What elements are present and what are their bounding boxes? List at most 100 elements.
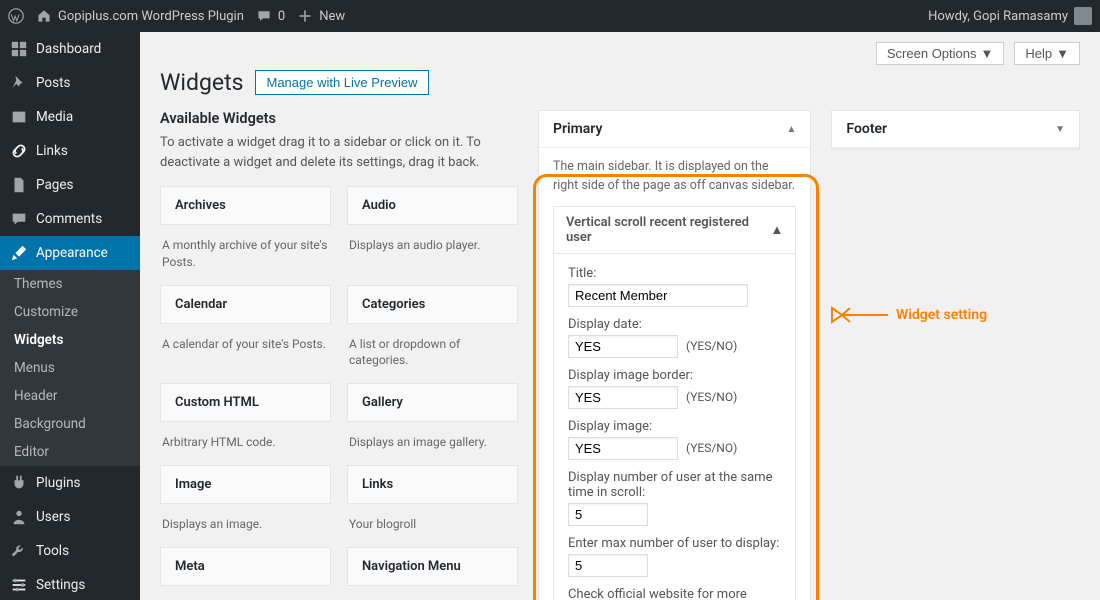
- sidebar-item-appearance[interactable]: Appearance: [0, 236, 140, 270]
- sidebar-item-tools[interactable]: Tools: [0, 534, 140, 568]
- sidebar-item-label: Appearance: [36, 245, 108, 261]
- sidebar-item-settings[interactable]: Settings: [0, 568, 140, 600]
- sidebar-item-links[interactable]: Links: [0, 134, 140, 168]
- sidebar-item-pages[interactable]: Pages: [0, 168, 140, 202]
- display-image-input[interactable]: [568, 437, 678, 460]
- sidebar-sub-customize[interactable]: Customize: [0, 298, 140, 326]
- sidebar-item-label: Dashboard: [36, 41, 101, 57]
- primary-panel-desc: The main sidebar. It is displayed on the…: [553, 158, 796, 196]
- wp-logo[interactable]: [8, 8, 24, 24]
- new-label: New: [319, 9, 345, 24]
- footer-panel-header[interactable]: Footer ▼: [832, 111, 1079, 148]
- brush-icon: [10, 244, 28, 262]
- help-button[interactable]: Help ▼: [1014, 42, 1080, 65]
- main-content: Screen Options ▼ Help ▼ Widgets Manage w…: [140, 32, 1100, 600]
- sidebar-item-label: Media: [36, 109, 73, 125]
- title-label: Title:: [568, 266, 781, 281]
- max-count-label: Enter max number of user to display:: [568, 536, 781, 551]
- sidebar-item-label: Comments: [36, 211, 102, 227]
- annotation-arrow: Widget setting: [830, 302, 987, 328]
- sidebar-sub-header[interactable]: Header: [0, 382, 140, 410]
- pin-icon: [10, 74, 28, 92]
- screen-options-button[interactable]: Screen Options ▼: [876, 42, 1004, 65]
- comment-icon: [256, 8, 272, 24]
- display-date-input[interactable]: [568, 335, 678, 358]
- caret-down-icon: ▼: [1056, 46, 1069, 61]
- display-date-label: Display date:: [568, 317, 781, 332]
- info-text: Check official website for more informat…: [568, 587, 781, 600]
- yesno-hint: (YES/NO): [686, 390, 737, 404]
- widget-instance-title: Vertical scroll recent registered user: [566, 215, 771, 245]
- available-widgets-desc: To activate a widget drag it to a sideba…: [160, 133, 518, 172]
- comments-link[interactable]: 0: [256, 8, 285, 24]
- available-widget[interactable]: Archives: [160, 186, 331, 225]
- wrench-icon: [10, 542, 28, 560]
- widget-instance: Vertical scroll recent registered user ▲…: [553, 206, 796, 600]
- widget-desc: A calendar of your site's Posts.: [160, 334, 331, 374]
- max-count-input[interactable]: [568, 554, 648, 577]
- howdy-text: Howdy, Gopi Ramasamy: [928, 9, 1068, 24]
- plus-icon: [297, 8, 313, 24]
- sidebar-item-label: Tools: [36, 543, 69, 559]
- site-link[interactable]: Gopiplus.com WordPress Plugin: [36, 8, 244, 24]
- available-widget[interactable]: Navigation Menu: [347, 547, 518, 586]
- widget-desc: Displays an audio player.: [347, 235, 518, 275]
- primary-panel-header[interactable]: Primary ▲: [539, 111, 810, 148]
- sidebar-item-label: Settings: [36, 577, 85, 593]
- sidebar-item-media[interactable]: Media: [0, 100, 140, 134]
- new-link[interactable]: New: [297, 8, 345, 24]
- page-icon: [10, 176, 28, 194]
- admin-toolbar: Gopiplus.com WordPress Plugin 0 New Howd…: [0, 0, 1100, 32]
- display-count-input[interactable]: [568, 503, 648, 526]
- available-widget[interactable]: Meta: [160, 547, 331, 586]
- widget-desc: Displays an image.: [160, 514, 331, 537]
- available-widget[interactable]: Gallery: [347, 383, 518, 422]
- primary-panel-title: Primary: [553, 121, 602, 137]
- widget-desc: Login, RSS, & WordPress.org links.: [160, 596, 331, 600]
- sidebar-item-plugins[interactable]: Plugins: [0, 466, 140, 500]
- available-widget[interactable]: Categories: [347, 285, 518, 324]
- sidebar-sub-menus[interactable]: Menus: [0, 354, 140, 382]
- annotation-label: Widget setting: [896, 307, 987, 323]
- widget-instance-header[interactable]: Vertical scroll recent registered user ▲: [554, 207, 795, 254]
- available-widgets-grid: ArchivesAudioA monthly archive of your s…: [160, 186, 518, 600]
- widget-desc: Arbitrary HTML code.: [160, 432, 331, 455]
- sidebar-sub-widgets[interactable]: Widgets: [0, 326, 140, 354]
- live-preview-button[interactable]: Manage with Live Preview: [255, 70, 428, 95]
- sidebar-item-posts[interactable]: Posts: [0, 66, 140, 100]
- site-name: Gopiplus.com WordPress Plugin: [58, 9, 244, 24]
- sidebar-item-users[interactable]: Users: [0, 500, 140, 534]
- user-icon: [10, 508, 28, 526]
- available-widget[interactable]: Audio: [347, 186, 518, 225]
- sidebar-sub-background[interactable]: Background: [0, 410, 140, 438]
- available-widget[interactable]: Calendar: [160, 285, 331, 324]
- widget-desc: Add a navigation menu to your sidebar.: [347, 596, 518, 600]
- widget-desc: Displays an image gallery.: [347, 432, 518, 455]
- sidebar-item-label: Users: [36, 509, 70, 525]
- sidebar-sub-editor[interactable]: Editor: [0, 438, 140, 466]
- plug-icon: [10, 474, 28, 492]
- title-input[interactable]: [568, 284, 748, 307]
- available-widget[interactable]: Custom HTML: [160, 383, 331, 422]
- sidebar-item-label: Plugins: [36, 475, 81, 491]
- page-title: Widgets: [160, 69, 243, 96]
- footer-sidebar-panel: Footer ▼: [831, 110, 1080, 149]
- yesno-hint: (YES/NO): [686, 441, 737, 455]
- sidebar-item-dashboard[interactable]: Dashboard: [0, 32, 140, 66]
- available-widget[interactable]: Links: [347, 465, 518, 504]
- caret-down-icon: ▼: [1055, 124, 1065, 135]
- sidebar-item-comments[interactable]: Comments: [0, 202, 140, 236]
- howdy-link[interactable]: Howdy, Gopi Ramasamy: [928, 7, 1092, 25]
- available-widget[interactable]: Image: [160, 465, 331, 504]
- admin-sidebar: Dashboard Posts Media LinksPages Comments App…: [0, 32, 140, 600]
- comment-icon: [10, 210, 28, 228]
- wordpress-icon: [8, 8, 24, 24]
- display-image-border-input[interactable]: [568, 386, 678, 409]
- link-icon: [10, 142, 28, 160]
- caret-down-icon: ▼: [981, 46, 994, 61]
- sidebar-sub-themes[interactable]: Themes: [0, 270, 140, 298]
- avatar-icon: [1074, 7, 1092, 25]
- caret-up-icon: ▲: [771, 222, 784, 238]
- primary-sidebar-panel: Primary ▲ The main sidebar. It is displa…: [538, 110, 811, 600]
- dashboard-icon: [10, 40, 28, 58]
